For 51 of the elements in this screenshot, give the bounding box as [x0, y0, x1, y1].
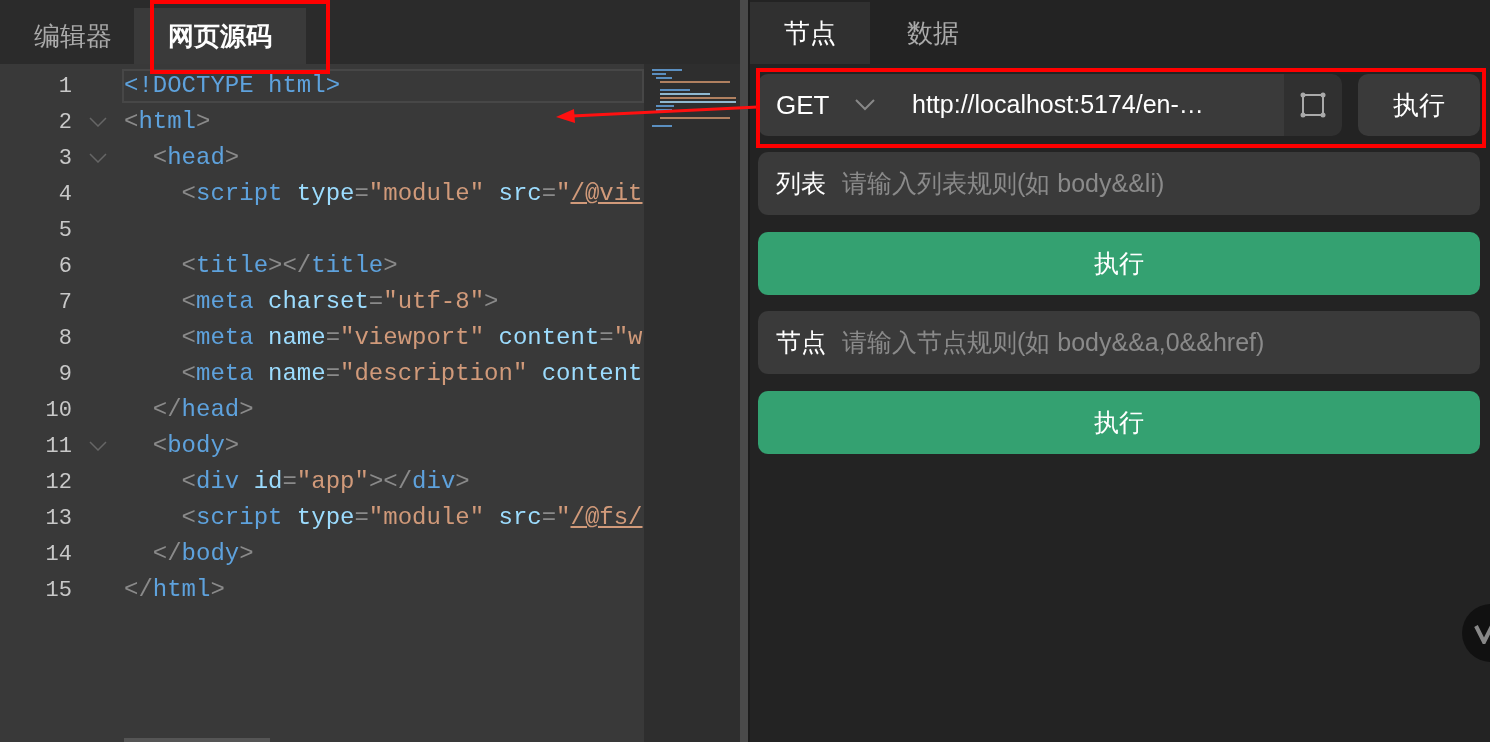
minimap[interactable] [644, 64, 740, 742]
line-number: 5 [57, 216, 72, 245]
chevron-icon [1474, 622, 1490, 644]
line-number: 3 [57, 144, 72, 173]
code-line: <meta name="description" content [180, 362, 643, 386]
line-number: 9 [57, 360, 72, 389]
code-line: </html> [124, 578, 225, 602]
tab[interactable]: 网页源码 [134, 8, 306, 64]
chevron-down-icon [855, 99, 876, 111]
tab[interactable]: 编辑器 [12, 8, 134, 64]
code-line: <head> [151, 146, 240, 170]
line-number: 15 [44, 576, 72, 605]
select-area-button[interactable] [1284, 74, 1342, 136]
field-label: 列表 [776, 167, 826, 199]
line-number: 4 [57, 180, 72, 209]
code-line: <script type="module" src="/@vit [180, 182, 643, 206]
line-number: 7 [57, 288, 72, 317]
line-number: 1 [57, 72, 72, 101]
code-line: <!DOCTYPE html> [124, 74, 341, 98]
run-button[interactable]: 执行 [1358, 74, 1480, 136]
code-line: <script type="module" src="/@fs/ [180, 506, 643, 530]
code-line: <meta name="viewport" content="w [180, 326, 643, 350]
line-number: 14 [44, 540, 72, 569]
square-icon [1299, 91, 1327, 119]
line-number: 8 [57, 324, 72, 353]
line-number: 2 [57, 108, 72, 137]
fold-icon[interactable] [89, 117, 107, 127]
rule-field[interactable]: 节点 请输入节点规则(如 body&&a,0&&href) [758, 311, 1480, 374]
fold-icon[interactable] [89, 153, 107, 163]
code-line: </head> [151, 398, 254, 422]
line-number: 11 [44, 432, 72, 461]
rule-input[interactable]: 请输入节点规则(如 body&&a,0&&href) [842, 323, 1480, 362]
code-line: </body> [151, 542, 254, 566]
line-number: 13 [44, 504, 72, 533]
code-line: <html> [124, 110, 211, 134]
rule-field[interactable]: 列表 请输入列表规则(如 body&&li) [758, 152, 1480, 215]
line-number: 12 [44, 468, 72, 497]
url-field[interactable]: http://localhost:5174/en-… [892, 74, 1284, 136]
field-label: 节点 [776, 326, 826, 358]
fold-icon[interactable] [89, 441, 107, 451]
tab[interactable]: 节点 [750, 2, 870, 64]
line-number: 6 [57, 252, 72, 281]
code-line: <title></title> [180, 254, 398, 278]
vertical-scrollbar[interactable] [740, 0, 748, 742]
code-line: <div id="app"></div> [180, 470, 470, 494]
method-select[interactable]: GET [758, 74, 892, 136]
rule-input[interactable]: 请输入列表规则(如 body&&li) [842, 164, 1480, 203]
code-line: <meta charset="utf-8"> [180, 290, 499, 314]
line-number: 10 [44, 396, 72, 425]
code-line: <body> [151, 434, 240, 458]
tab[interactable]: 数据 [870, 2, 996, 64]
